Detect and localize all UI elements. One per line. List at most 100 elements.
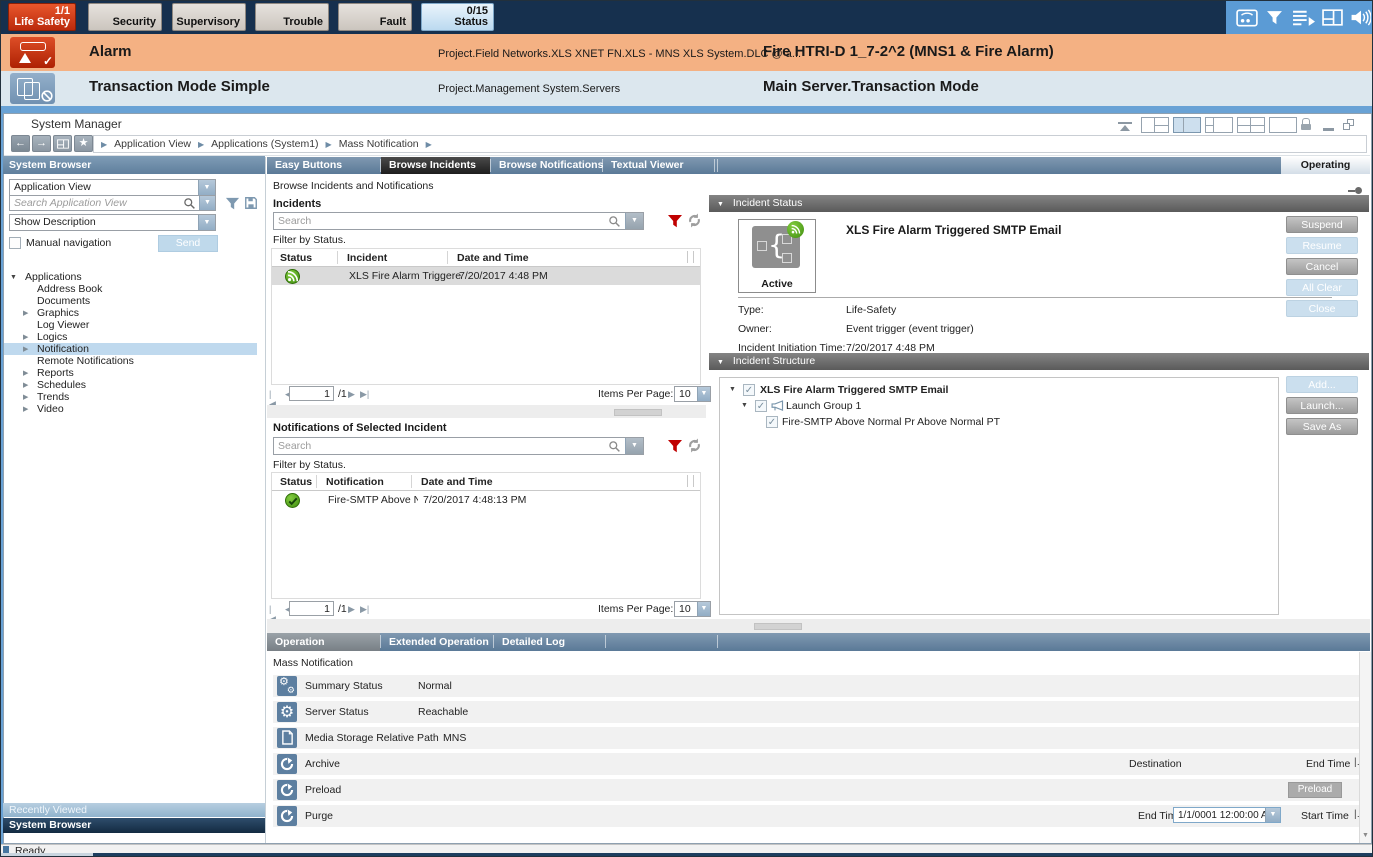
media-viewer-icon[interactable] [1236,9,1260,27]
status-button[interactable]: 0/15 Status [421,3,494,31]
chevron-down-icon[interactable]: ▼ [198,215,215,230]
node-checkbox[interactable]: ✓ [743,384,755,396]
pin-icon[interactable] [1348,187,1362,194]
nav-favorites-button[interactable]: ★ [74,135,93,152]
nav-forward-button[interactable]: → [32,135,51,152]
suspend-button[interactable]: Suspend [1286,216,1358,233]
last-page-icon[interactable]: ▶| [360,604,369,615]
column-header-datetime[interactable]: Date and Time [457,252,529,264]
search-options-chevron-icon[interactable]: ▼ [625,213,643,229]
breadcrumb-item-application-view[interactable]: Application View [114,138,191,150]
tree-item-reports[interactable]: ▶ Reports [4,367,257,379]
chevron-down-icon[interactable]: ▼ [697,387,710,401]
column-header-datetime[interactable]: Date and Time [421,476,493,488]
tab-browse-incidents[interactable]: Browse Incidents [381,157,490,174]
chevron-down-icon[interactable]: ▼ [1265,808,1280,822]
save-filter-icon[interactable] [244,196,258,210]
chevron-down-icon[interactable]: ▼ [198,180,215,195]
view-selector[interactable]: Application View ▼ [9,179,216,196]
tree-item-graphics[interactable]: ▶ Graphics [4,307,257,319]
life-safety-button[interactable]: 1/1 Life Safety [8,3,76,31]
fault-button[interactable]: Fault [338,3,412,31]
tab-operation[interactable]: Operation [267,633,380,651]
alarm-event-row[interactable]: ✓ Alarm Project.Field Networks.XLS XNET … [1,34,1373,71]
structure-node-launch-group[interactable]: ▼ ✓ Launch Group 1 [720,399,1278,413]
cancel-button[interactable]: Cancel [1286,258,1358,275]
incident-structure-header[interactable]: ▼ Incident Structure [709,353,1369,370]
structure-node-root[interactable]: ▼ ✓ XLS Fire Alarm Triggered SMTP Email [720,383,1278,397]
node-checkbox[interactable]: ✓ [766,416,778,428]
preload-command-icon[interactable] [277,780,297,800]
nav-frame-button[interactable] [53,135,72,152]
minimize-icon[interactable] [1323,128,1334,131]
tree-item-applications[interactable]: ▼ Applications [4,271,257,283]
sidebar-filter-icon[interactable] [225,196,240,211]
collapse-arrow-icon[interactable]: ▶ [23,404,28,416]
search-options-chevron-icon[interactable]: ▼ [199,196,215,210]
notifications-filter-icon[interactable] [667,438,683,454]
node-checkbox[interactable]: ✓ [755,400,767,412]
event-list-icon[interactable] [1292,9,1316,27]
all-clear-button[interactable]: All Clear [1286,279,1358,296]
trouble-button[interactable]: Trouble [255,3,329,31]
search-options-chevron-icon[interactable]: ▼ [625,438,643,454]
filter-icon[interactable] [1266,9,1290,27]
tab-detailed-log[interactable]: Detailed Log [494,633,605,651]
notification-row[interactable]: Fire-SMTP Above Nor 7/20/2017 4:48:13 PM [272,491,700,509]
expand-arrow-icon[interactable]: ▼ [729,386,736,393]
tree-item-remote-notifications[interactable]: Remote Notifications [4,355,257,367]
next-page-icon[interactable]: ▶ [348,389,355,400]
lock-icon[interactable] [1301,118,1311,131]
notifications-refresh-icon[interactable] [686,437,703,454]
incident-row[interactable]: XLS Fire Alarm Triggere 7/20/2017 4:48 P… [272,267,700,285]
archive-command-icon[interactable] [277,754,297,774]
add-button[interactable]: Add... [1286,376,1358,393]
breadcrumb-item-applications[interactable]: Applications (System1) [211,138,318,150]
column-header-status[interactable]: Status [280,252,312,264]
collapse-icon[interactable] [1118,122,1132,132]
expand-arrow-icon[interactable]: ▼ [741,402,748,409]
notifications-items-per-page-select[interactable]: 10 ▼ [674,601,711,617]
tab-browse-notifications[interactable]: Browse Notifications [491,157,602,174]
notifications-page-input[interactable] [289,601,334,616]
transaction-event-icon[interactable] [10,73,55,104]
collapse-arrow-icon[interactable]: ▼ [717,201,724,208]
restore-icon[interactable] [1343,119,1354,130]
tree-item-schedules[interactable]: ▶ Schedules [4,379,257,391]
nav-back-button[interactable]: ← [11,135,30,152]
scroll-down-icon[interactable]: ▼ [1361,830,1370,842]
resume-button[interactable]: Resume [1286,237,1358,254]
launch-button[interactable]: Launch... [1286,397,1358,414]
alarm-event-icon[interactable]: ✓ [10,37,55,68]
manual-navigation-checkbox[interactable] [9,237,21,249]
chevron-down-icon[interactable]: ▼ [697,602,710,616]
tab-extended-operation[interactable]: Extended Operation [381,633,493,651]
incidents-search-input[interactable] [273,212,644,230]
incident-status-header[interactable]: ▼ Incident Status [709,195,1369,212]
vertical-scrollbar[interactable]: ▼ [1359,652,1371,843]
horizontal-splitter[interactable] [267,405,706,418]
window-layout-icon[interactable] [1322,9,1346,27]
layout-icon-2[interactable] [1173,117,1201,133]
splitter-grip[interactable] [614,409,662,416]
tree-item-video[interactable]: ▶ Video [4,403,257,415]
tree-item-address-book[interactable]: Address Book [4,283,257,295]
recently-viewed-bar[interactable]: Recently Viewed [3,803,265,817]
layout-icon-4[interactable] [1237,117,1265,133]
column-header-status[interactable]: Status [280,476,312,488]
column-header-incident[interactable]: Incident [347,252,387,264]
display-mode-selector[interactable]: Show Description ▼ [9,214,216,231]
bottom-splitter[interactable] [267,619,1370,633]
tab-easy-buttons[interactable]: Easy Buttons [267,157,381,174]
operating-mode-tab[interactable]: Operating [1281,157,1370,174]
tree-item-trends[interactable]: ▶ Trends [4,391,257,403]
incidents-items-per-page-select[interactable]: 10 ▼ [674,386,711,402]
layout-icon-5[interactable] [1269,117,1297,133]
incidents-refresh-icon[interactable] [686,212,703,229]
incidents-filter-icon[interactable] [667,213,683,229]
layout-icon-1[interactable] [1141,117,1169,133]
supervisory-button[interactable]: Supervisory [172,3,246,31]
tree-item-documents[interactable]: Documents [4,295,257,307]
preload-button[interactable]: Preload [1288,782,1342,798]
purge-end-time-select[interactable]: 1/1/0001 12:00:00 AM ▼ [1173,807,1281,823]
